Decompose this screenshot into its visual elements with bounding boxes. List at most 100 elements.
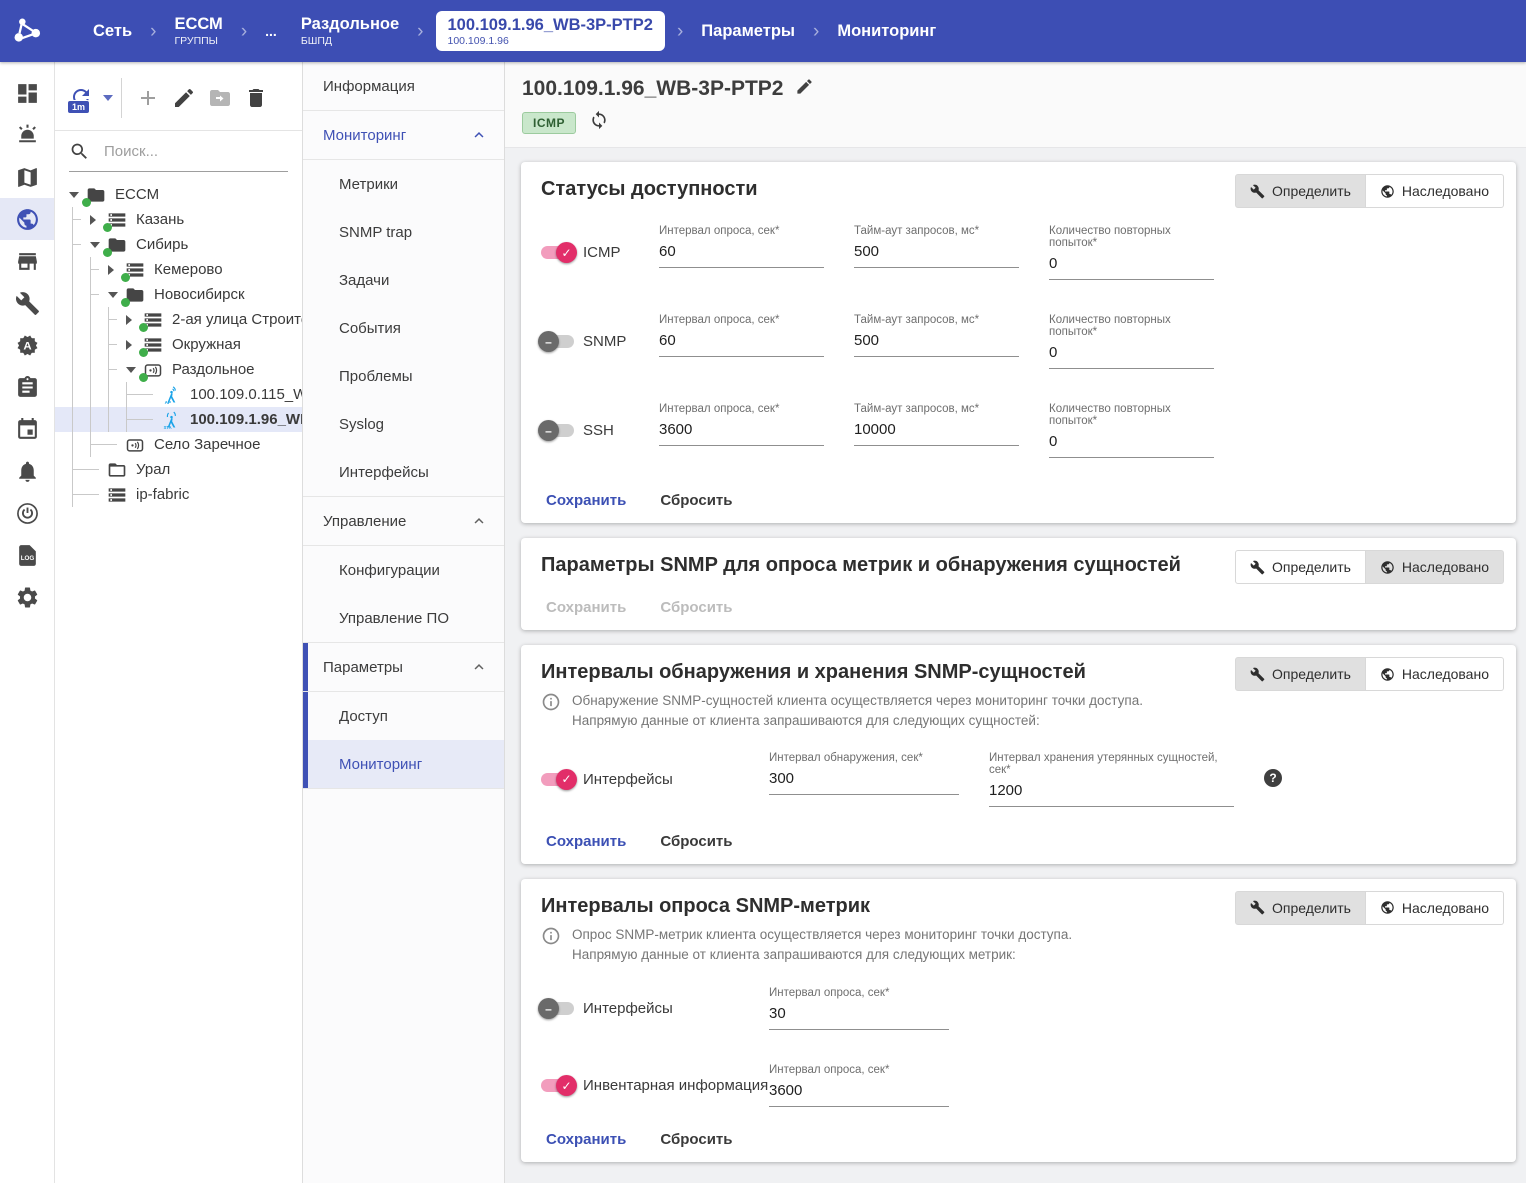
delete-node-button[interactable] [244, 86, 268, 110]
reset-button[interactable]: Сбросить [660, 833, 732, 850]
save-button-disabled[interactable]: Сохранить [546, 599, 626, 616]
edit-node-button[interactable] [172, 86, 196, 110]
rail-network-globe-icon[interactable] [0, 198, 54, 240]
rail-store-icon[interactable] [0, 240, 54, 282]
rail-security-badge-icon[interactable] [0, 324, 54, 366]
timeout-input[interactable] [854, 327, 1019, 357]
inherit-button[interactable]: Наследовано [1366, 550, 1504, 584]
breadcrumb-page[interactable]: Мониторинг [827, 22, 946, 41]
menu-problemy[interactable]: Проблемы [303, 352, 504, 400]
snmp-toggle[interactable]: – [541, 335, 574, 348]
menu-monitoring-section[interactable]: Мониторинг [303, 111, 504, 159]
interfaces-metric-toggle[interactable]: – [541, 1002, 574, 1015]
edit-title-icon[interactable] [795, 77, 814, 101]
save-button[interactable]: Сохранить [546, 833, 626, 850]
tree-node-sibir[interactable]: Сибирь [55, 232, 302, 257]
collapse-icon[interactable] [126, 367, 143, 373]
refresh-interval-badge: 1m [67, 100, 90, 114]
reset-button[interactable]: Сбросить [660, 492, 732, 509]
timeout-input[interactable] [854, 238, 1019, 268]
menu-zadachi[interactable]: Задачи [303, 256, 504, 304]
tree-node-novosibirsk[interactable]: Новосибирск [55, 282, 302, 307]
inventory-toggle[interactable]: ✓ [541, 1079, 574, 1092]
rail-tasks-clipboard-icon[interactable] [0, 366, 54, 408]
collapse-icon[interactable] [90, 242, 107, 248]
collapse-icon[interactable] [108, 292, 125, 298]
menu-konfiguracii[interactable]: Конфигурации [303, 546, 504, 594]
save-button[interactable]: Сохранить [546, 1131, 626, 1148]
app-logo[interactable] [0, 0, 55, 62]
tree-node-ap-device[interactable]: 100.109.0.115_WB-3 [55, 382, 302, 407]
menu-sobytiya[interactable]: События [303, 304, 504, 352]
rail-logs-icon[interactable] [0, 534, 54, 576]
define-button[interactable]: Определить [1235, 550, 1366, 584]
tree-node-ural[interactable]: Урал [55, 457, 302, 482]
define-button[interactable]: Определить [1235, 174, 1366, 208]
poll-interval-input[interactable] [659, 327, 824, 357]
tree-node-razdolnoe[interactable]: Раздольное [55, 357, 302, 382]
move-node-button[interactable] [208, 86, 232, 110]
icmp-toggle[interactable]: ✓ [541, 246, 574, 259]
poll-interval-input[interactable] [769, 1077, 949, 1107]
poll-interval-input[interactable] [659, 416, 824, 446]
menu-metriki[interactable]: Метрики [303, 160, 504, 208]
tree-node-sta-device-selected[interactable]: 100.109.1.96_WB-3P [55, 407, 302, 432]
breadcrumb-section[interactable]: Параметры [691, 22, 805, 41]
interfaces-metric-row: – Интерфейсы Интервал опроса, сек* [541, 987, 1496, 1030]
reset-button-disabled[interactable]: Сбросить [660, 599, 732, 616]
rail-settings-icon[interactable] [0, 576, 54, 618]
reset-button[interactable]: Сбросить [660, 1131, 732, 1148]
tree-node-kemerovo[interactable]: Кемерово [55, 257, 302, 282]
define-button[interactable]: Определить [1235, 891, 1366, 925]
auto-refresh-button[interactable]: 1m [69, 85, 95, 111]
timeout-input[interactable] [854, 416, 1019, 446]
discovery-interval-input[interactable] [769, 765, 959, 795]
menu-informaciya[interactable]: Информация [303, 62, 504, 110]
rail-alarms-icon[interactable] [0, 114, 54, 156]
tree-node-okruzhnaya[interactable]: Окружная [55, 332, 302, 357]
breadcrumb-net[interactable]: Сеть [83, 22, 142, 41]
interfaces-toggle[interactable]: ✓ [541, 773, 574, 786]
menu-upravlenie-po[interactable]: Управление ПО [303, 594, 504, 642]
inherit-button[interactable]: Наследовано [1366, 657, 1504, 691]
rail-notifications-icon[interactable] [0, 450, 54, 492]
rail-map-icon[interactable] [0, 156, 54, 198]
menu-dostup[interactable]: Доступ [303, 692, 504, 740]
collapse-icon[interactable] [69, 192, 86, 198]
tree-node-eccm[interactable]: ECCM [55, 182, 302, 207]
rail-dashboard-icon[interactable] [0, 72, 54, 114]
add-node-button[interactable] [136, 86, 160, 110]
refresh-dropdown-icon[interactable] [103, 95, 113, 101]
menu-monitoring-selected[interactable]: Мониторинг [303, 740, 504, 788]
rail-power-icon[interactable] [0, 492, 54, 534]
retries-input[interactable] [1049, 428, 1214, 458]
tree-node-kazan[interactable]: Казань [55, 207, 302, 232]
tree-node-ip-fabric[interactable]: ip-fabric [55, 482, 302, 507]
tree-node-selo-zarechnoe[interactable]: Село Заречное [55, 432, 302, 457]
save-button[interactable]: Сохранить [546, 492, 626, 509]
menu-upravlenie-section[interactable]: Управление [303, 497, 504, 545]
retries-input[interactable] [1049, 250, 1214, 280]
breadcrumb-group[interactable]: ЕССМ ГРУППЫ [164, 15, 232, 47]
rail-calendar-icon[interactable] [0, 408, 54, 450]
search-input[interactable] [104, 143, 288, 160]
menu-interfeysy[interactable]: Интерфейсы [303, 448, 504, 496]
poll-interval-input[interactable] [769, 1000, 949, 1030]
sync-icon[interactable] [589, 110, 609, 135]
inherit-button[interactable]: Наследовано [1366, 891, 1504, 925]
breadcrumb-site[interactable]: Раздольное БШПД [291, 15, 409, 47]
menu-syslog[interactable]: Syslog [303, 400, 504, 448]
help-icon[interactable]: ? [1264, 769, 1282, 787]
retention-interval-input[interactable] [989, 777, 1234, 807]
tree-node-stroiteley[interactable]: 2-ая улица Строител [55, 307, 302, 332]
breadcrumb-ellipsis[interactable]: ... [255, 23, 287, 39]
menu-parametry-section[interactable]: Параметры [303, 643, 504, 691]
inherit-button[interactable]: Наследовано [1366, 174, 1504, 208]
rail-tools-icon[interactable] [0, 282, 54, 324]
retries-input[interactable] [1049, 339, 1214, 369]
poll-interval-input[interactable] [659, 238, 824, 268]
define-button[interactable]: Определить [1235, 657, 1366, 691]
ssh-toggle[interactable]: – [541, 424, 574, 437]
menu-snmp-trap[interactable]: SNMP trap [303, 208, 504, 256]
breadcrumb-device-chip[interactable]: 100.109.1.96_WB-3P-PTP2 100.109.1.96 [436, 11, 665, 52]
